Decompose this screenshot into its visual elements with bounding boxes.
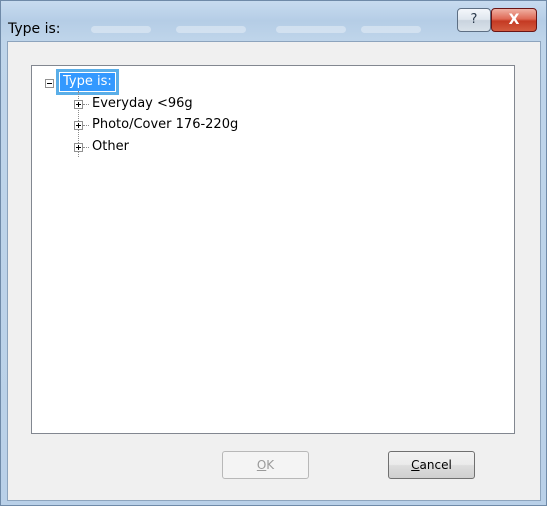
title-bar-glass-reflection	[361, 26, 421, 33]
type-tree-view[interactable]: Type is: Everyday <96g Photo/Cover 176-2…	[31, 65, 515, 434]
close-button[interactable]: X	[491, 8, 537, 32]
tree-connector-line	[83, 147, 89, 148]
tree-node-label[interactable]: Everyday <96g	[92, 95, 193, 113]
cancel-button-label: Cancel	[411, 458, 452, 472]
plus-box-icon[interactable]	[74, 143, 83, 152]
close-x-icon: X	[508, 12, 520, 28]
title-bar-glass-reflection	[276, 26, 346, 33]
tree-connector-line	[83, 104, 89, 105]
tree-node-label[interactable]: Photo/Cover 176-220g	[92, 116, 238, 134]
plus-box-icon[interactable]	[74, 121, 83, 130]
type-is-dialog: Type is: ? X Type is: Everyday <96g Phot…	[0, 0, 547, 506]
cancel-button[interactable]: Cancel	[388, 451, 475, 479]
tree-connector-line	[83, 125, 89, 126]
plus-box-icon[interactable]	[74, 100, 83, 109]
minus-box-icon[interactable]	[45, 79, 54, 88]
window-title: Type is:	[8, 21, 61, 37]
dialog-client-area: Type is: Everyday <96g Photo/Cover 176-2…	[7, 41, 541, 501]
help-button[interactable]: ?	[457, 8, 491, 32]
ok-button[interactable]: OK	[222, 451, 309, 479]
title-bar-glass-reflection	[91, 26, 151, 33]
title-bar-glass-reflection	[176, 26, 246, 33]
ok-button-label: OK	[256, 458, 275, 472]
tree-node-label[interactable]: Other	[92, 138, 129, 156]
question-mark-icon: ?	[470, 12, 478, 27]
tree-root-label[interactable]: Type is:	[56, 69, 119, 95]
title-bar[interactable]: Type is: ? X	[1, 1, 546, 41]
